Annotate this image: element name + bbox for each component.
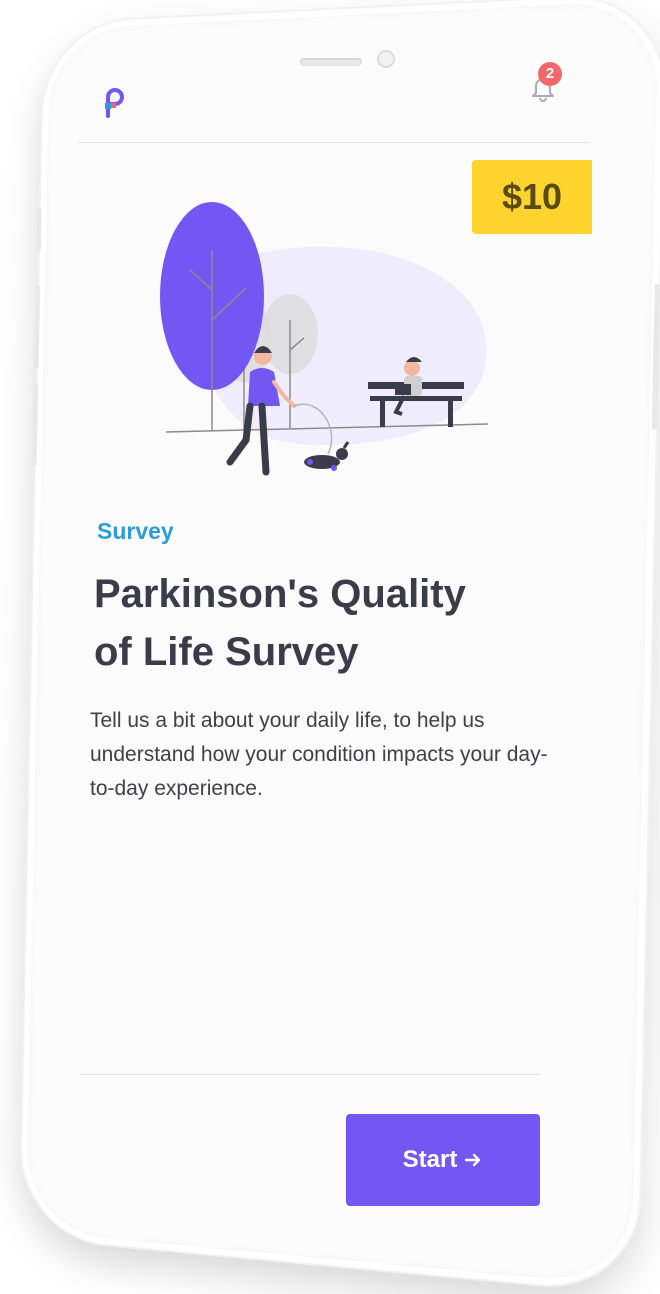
mute-switch xyxy=(36,208,41,251)
power-button xyxy=(652,284,660,429)
start-button[interactable]: Start xyxy=(346,1114,540,1206)
start-button-label: Start xyxy=(403,1146,458,1174)
volume-down-button xyxy=(32,382,38,465)
footer-divider xyxy=(80,1074,540,1075)
survey-description: Tell us a bit about your daily life, to … xyxy=(90,704,560,806)
category-label: Survey xyxy=(97,518,174,545)
front-camera xyxy=(377,50,395,68)
survey-title: Parkinson's Quality of Life Survey xyxy=(94,565,514,681)
notification-badge: 2 xyxy=(538,62,562,86)
park-walk-illustration xyxy=(150,200,500,490)
arrow-right-icon xyxy=(463,1150,483,1170)
speaker-grille xyxy=(300,58,362,66)
app-logo-icon[interactable] xyxy=(102,88,132,118)
app-header xyxy=(78,82,590,143)
volume-up-button xyxy=(34,286,40,369)
